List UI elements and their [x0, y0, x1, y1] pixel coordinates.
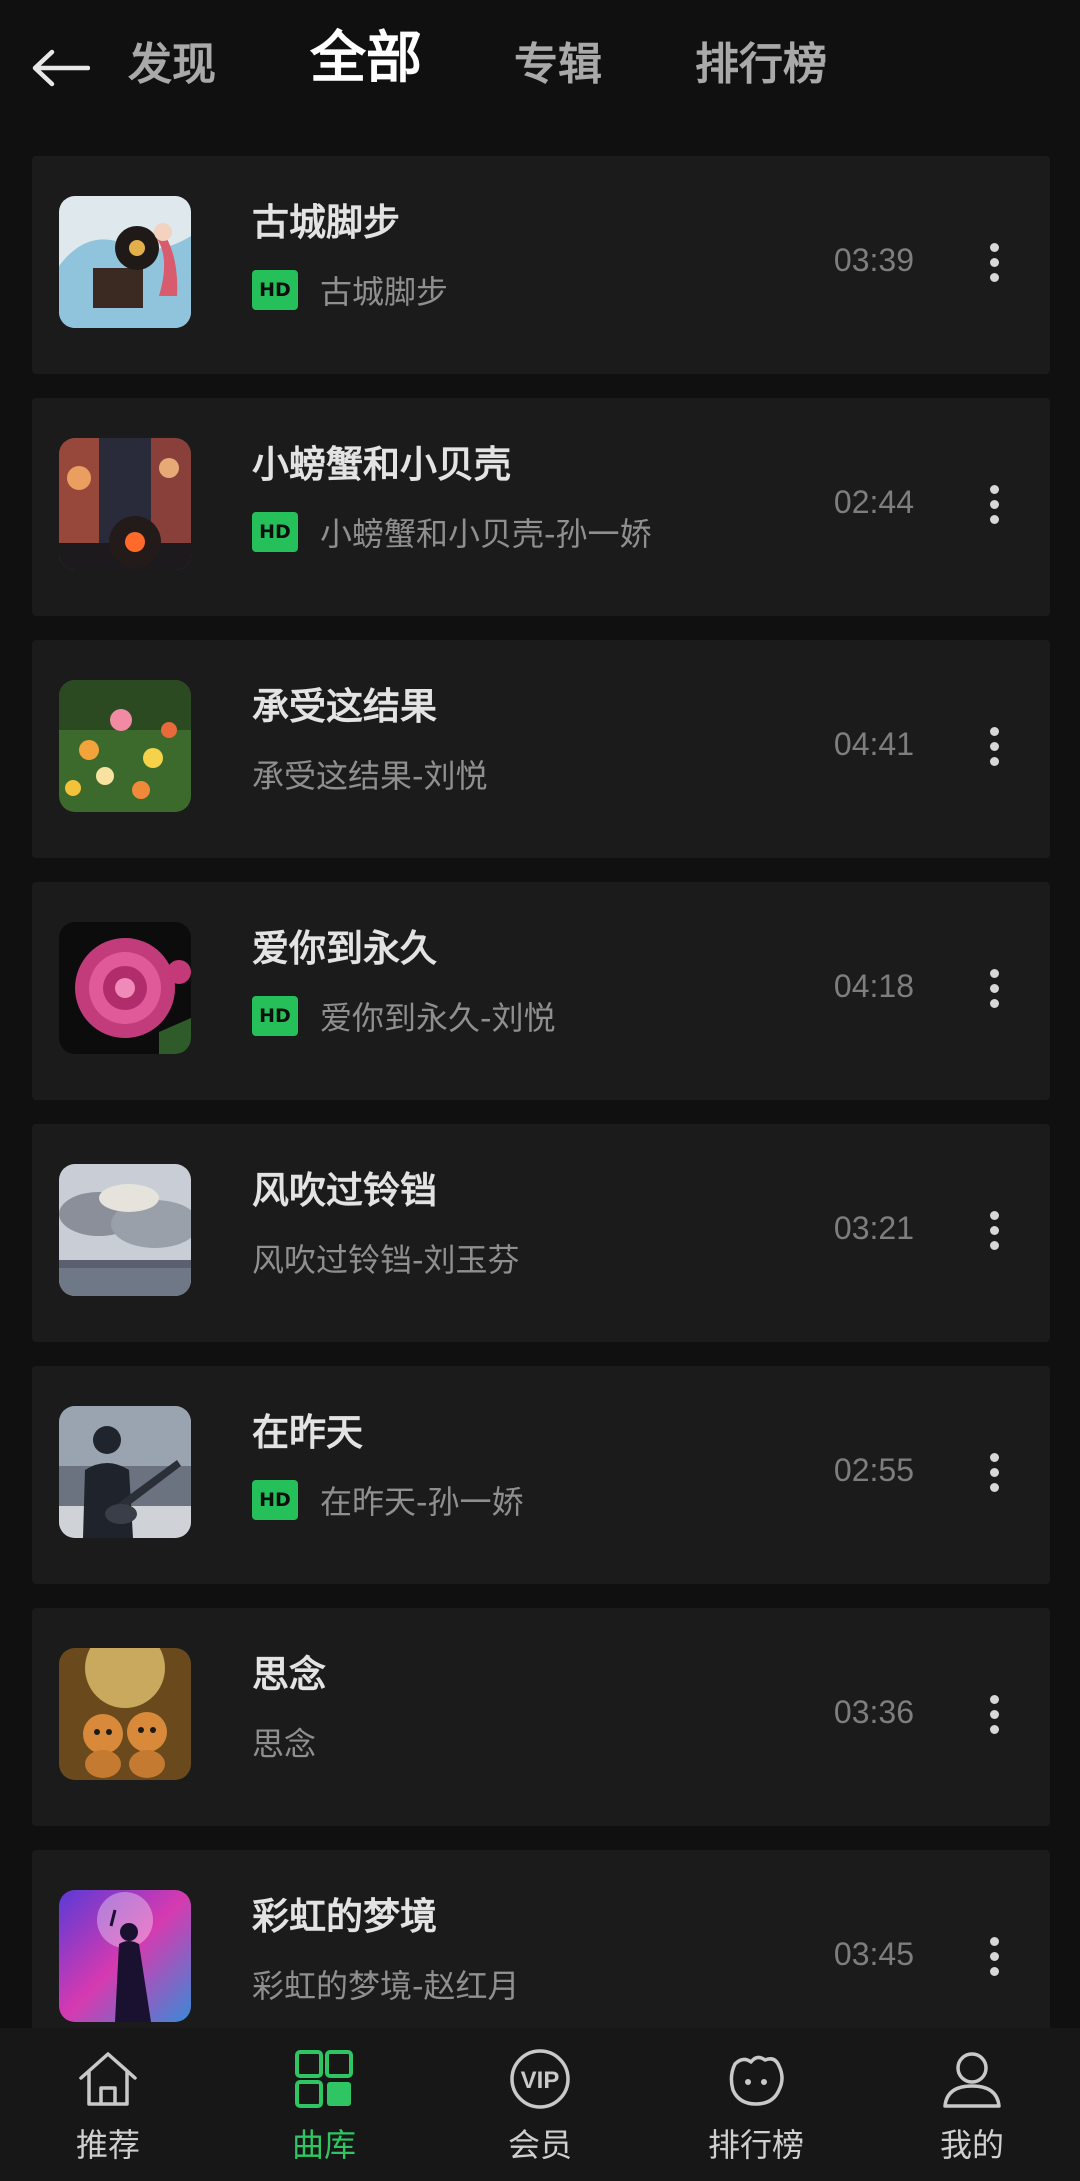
bottom-nav-library[interactable]: 曲库: [216, 2028, 432, 2181]
library-grid-icon: [295, 2050, 353, 2108]
more-dots-icon: [989, 968, 999, 978]
song-subtitle: 承受这结果-刘悦: [252, 757, 488, 795]
song-title: 彩虹的梦境: [252, 1895, 437, 1938]
tab-all[interactable]: 全部: [310, 24, 422, 94]
more-dots-icon: [989, 1210, 999, 1220]
song-cover-image: [59, 922, 191, 1054]
more-options-button[interactable]: [974, 956, 1014, 1020]
more-dots-icon: [989, 484, 999, 494]
bottom-nav-ranking[interactable]: 排行榜: [648, 2028, 864, 2181]
home-icon: [79, 2052, 137, 2106]
song-cover-image: [59, 1406, 191, 1538]
song-subtitle: 彩虹的梦境-赵红月: [252, 1967, 520, 2005]
song-duration: 03:36: [833, 1694, 914, 1730]
hd-badge: HD: [252, 270, 298, 310]
song-title: 古城脚步: [252, 201, 400, 244]
more-dots-icon: [989, 726, 999, 736]
more-options-button[interactable]: [974, 1198, 1014, 1262]
more-options-button[interactable]: [974, 1682, 1014, 1746]
more-options-button[interactable]: [974, 472, 1014, 536]
song-subtitle: 在昨天-孙一娇: [320, 1483, 524, 1521]
song-title: 小螃蟹和小贝壳: [252, 443, 511, 486]
more-dots-icon: [989, 1452, 999, 1462]
song-title: 思念: [252, 1653, 326, 1696]
bottom-nav-label: 排行榜: [707, 2126, 804, 2164]
back-arrow-icon: [32, 49, 90, 87]
song-item[interactable]: 小螃蟹和小贝壳 HD 小螃蟹和小贝壳-孙一娇 02:44: [32, 398, 1050, 616]
song-list: 古城脚步 HD 古城脚步 03:39 小螃蟹和小贝壳 HD 小螃蟹和小贝壳-孙一…: [32, 156, 1050, 2092]
tab-ranking[interactable]: 排行榜: [695, 30, 827, 100]
bottom-nav-vip[interactable]: VIP 会员: [432, 2028, 648, 2181]
bottom-nav-label: 曲库: [291, 2126, 356, 2164]
song-item[interactable]: 风吹过铃铛 风吹过铃铛-刘玉芬 03:21: [32, 1124, 1050, 1342]
song-item[interactable]: 思念 思念 03:36: [32, 1608, 1050, 1826]
song-subtitle: 爱你到永久-刘悦: [320, 999, 556, 1037]
song-duration: 02:44: [833, 484, 914, 520]
song-cover-image: [59, 680, 191, 812]
ranking-icon: [729, 2055, 784, 2106]
song-duration: 03:21: [833, 1210, 914, 1246]
bottom-nav-label: 会员: [507, 2126, 572, 2164]
back-button[interactable]: [28, 36, 92, 100]
song-cover-image: [59, 1164, 191, 1296]
song-subtitle: 思念: [252, 1725, 317, 1763]
tab-albums[interactable]: 专辑: [514, 30, 602, 100]
more-dots-icon: [989, 1694, 999, 1704]
bottom-nav-profile[interactable]: 我的: [864, 2028, 1080, 2181]
song-cover-image: [59, 1890, 191, 2022]
song-title: 在昨天: [252, 1411, 363, 1454]
more-dots-icon: [989, 1936, 999, 1946]
song-item[interactable]: 古城脚步 HD 古城脚步 03:39: [32, 156, 1050, 374]
song-subtitle: 古城脚步: [320, 273, 449, 311]
song-title: 风吹过铃铛: [252, 1169, 437, 1212]
more-options-button[interactable]: [974, 230, 1014, 294]
more-options-button[interactable]: [974, 714, 1014, 778]
song-item[interactable]: 承受这结果 承受这结果-刘悦 04:41: [32, 640, 1050, 858]
bottom-nav-recommend[interactable]: 推荐: [0, 2028, 216, 2181]
hd-badge: HD: [252, 512, 298, 552]
bottom-nav-label: 我的: [939, 2126, 1004, 2164]
song-duration: 03:45: [833, 1936, 914, 1972]
song-subtitle: 小螃蟹和小贝壳-孙一娇: [320, 515, 652, 553]
bottom-nav-label: 推荐: [75, 2126, 140, 2164]
hd-badge: HD: [252, 996, 298, 1036]
song-title: 爱你到永久: [252, 927, 437, 970]
song-item[interactable]: 爱你到永久 HD 爱你到永久-刘悦 04:18: [32, 882, 1050, 1100]
song-subtitle: 风吹过铃铛-刘玉芬: [252, 1241, 520, 1279]
song-duration: 04:18: [833, 968, 914, 1004]
vip-icon: VIP: [510, 2049, 570, 2109]
song-duration: 02:55: [833, 1452, 914, 1488]
more-dots-icon: [989, 242, 999, 252]
song-item[interactable]: 在昨天 HD 在昨天-孙一娇 02:55: [32, 1366, 1050, 1584]
more-options-button[interactable]: [974, 1440, 1014, 1504]
hd-badge: HD: [252, 1480, 298, 1520]
profile-icon: [943, 2052, 1001, 2108]
svg-text:VIP: VIP: [521, 2067, 560, 2094]
song-duration: 03:39: [833, 242, 914, 278]
song-cover-image: [59, 438, 191, 570]
song-title: 承受这结果: [252, 685, 437, 728]
more-options-button[interactable]: [974, 1924, 1014, 1988]
song-duration: 04:41: [833, 726, 914, 762]
bottom-nav-bar: 推荐 曲库 VIP 会员 排行榜 我的: [0, 2028, 1080, 2181]
song-cover-image: [59, 1648, 191, 1780]
tab-discover[interactable]: 发现: [128, 30, 216, 100]
song-cover-image: [59, 196, 191, 328]
top-nav-bar: 发现 全部 专辑 排行榜: [0, 0, 1080, 135]
